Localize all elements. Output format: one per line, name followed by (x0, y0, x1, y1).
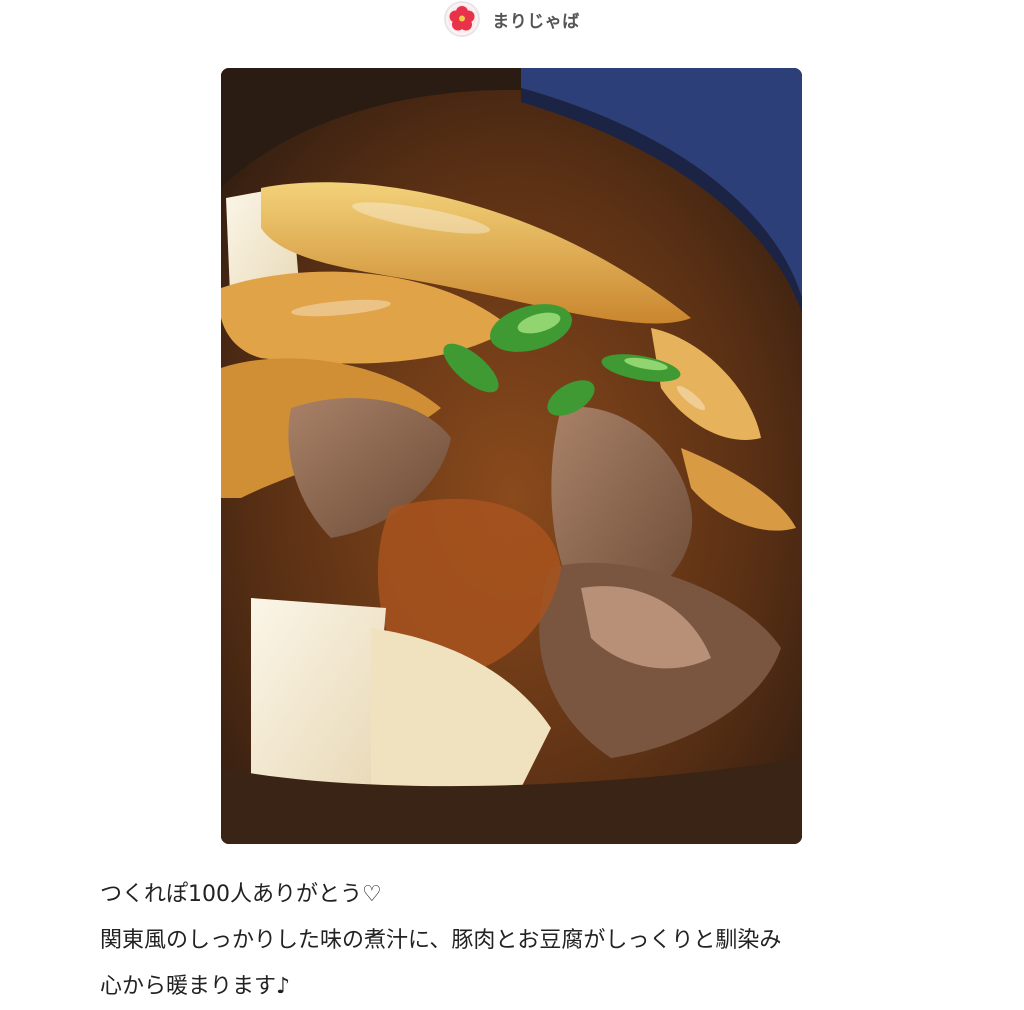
recipe-photo (221, 68, 802, 844)
author-bar[interactable]: まりじゃば (0, 0, 1024, 38)
description-line: つくれぽ100人ありがとう♡ (100, 882, 382, 907)
sukiyaki-tofu-photo (221, 68, 802, 844)
description-line: 関東風のしっかりした味の煮汁に、豚肉とお豆腐がしっくりと馴染み (100, 928, 782, 953)
description-line: 心から暖まります♪ (100, 974, 291, 999)
red-flower-icon (448, 5, 477, 33)
avatar[interactable] (444, 1, 481, 37)
author-name[interactable]: まりじゃば (492, 7, 580, 32)
recipe-description: つくれぽ100人ありがとう♡ 関東風のしっかりした味の煮汁に、豚肉とお豆腐がしっ… (100, 872, 960, 1010)
